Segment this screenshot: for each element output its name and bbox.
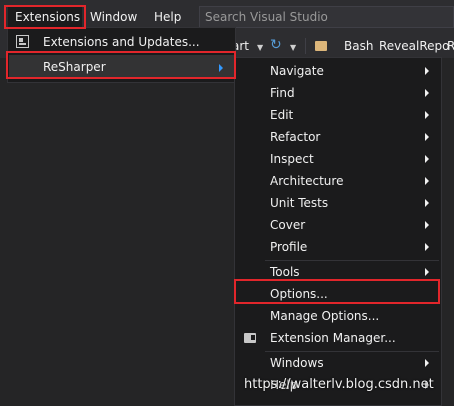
submenu-arrow-icon [219,64,223,72]
visual-studio-window: Extensions Window Help Search Visual Stu… [0,0,454,406]
extension-manager-icon [244,333,256,343]
menu-item-label: Architecture [270,174,344,188]
menu-item-label: Manage Options... [270,309,380,323]
menu-item-label: Windows [270,356,324,370]
menu-item-label: Profile [270,240,308,254]
extensions-dropdown-menu: Extensions and Updates... ReSharper [7,27,236,83]
menu-item-label: Unit Tests [270,196,329,210]
resharper-submenu: Navigate Find Edit Refactor Inspect Arch… [234,57,442,406]
menu-window[interactable]: Window [83,7,144,27]
menu-item-label: Edit [270,108,294,122]
menu-item-extension-manager[interactable]: Extension Manager... [235,327,441,349]
submenu-arrow-icon [425,268,429,276]
chevron-down-icon[interactable]: ▼ [257,40,263,56]
submenu-arrow-icon [425,177,429,185]
menu-item-profile[interactable]: Profile [235,236,441,258]
refresh-icon[interactable]: ↻ [270,37,282,53]
menu-item-label: Refactor [270,130,321,144]
chevron-down-icon[interactable]: ▼ [290,40,296,56]
search-input[interactable]: Search Visual Studio [199,6,454,28]
menu-item-label: Extension Manager... [270,331,396,345]
menu-extensions[interactable]: Extensions [8,7,82,27]
watermark: https://walterlv.blog.csdn.net [244,377,434,392]
menu-item-tools[interactable]: Tools [235,261,441,283]
menu-item-inspect[interactable]: Inspect [235,148,441,170]
menu-help[interactable]: Help [147,7,188,27]
menu-item-manage-options[interactable]: Manage Options... [235,305,441,327]
menu-item-resharper[interactable]: ReSharper [9,55,235,79]
submenu-arrow-icon [425,221,429,229]
menu-item-label: Cover [270,218,306,232]
reveal-repo-button[interactable]: RevealRepo [379,38,450,54]
menu-item-label: Find [270,86,295,100]
menu-item-edit[interactable]: Edit [235,104,441,126]
menu-item-label: Tools [270,265,300,279]
menu-item-architecture[interactable]: Architecture [235,170,441,192]
menu-item-label: Inspect [270,152,314,166]
submenu-arrow-icon [425,111,429,119]
submenu-arrow-icon [425,155,429,163]
menu-item-refactor[interactable]: Refactor [235,126,441,148]
toolbar-overflow-button[interactable]: R [447,38,454,54]
folder-icon[interactable] [315,41,327,51]
submenu-arrow-icon [425,359,429,367]
bash-button[interactable]: Bash [344,38,373,54]
menu-item-options[interactable]: Options... [235,283,441,305]
menu-item-label: ReSharper [43,60,106,74]
menu-item-cover[interactable]: Cover [235,214,441,236]
menu-item-unit-tests[interactable]: Unit Tests [235,192,441,214]
menu-item-label: Navigate [270,64,324,78]
menu-item-extensions-and-updates[interactable]: Extensions and Updates... [9,30,235,54]
menu-item-label: Extensions and Updates... [43,35,200,49]
menu-item-navigate[interactable]: Navigate [235,60,441,82]
menu-item-windows[interactable]: Windows [235,352,441,374]
toolbar-separator [305,38,306,54]
submenu-arrow-icon [425,243,429,251]
submenu-arrow-icon [425,89,429,97]
extensions-icon [16,35,29,48]
submenu-arrow-icon [425,67,429,75]
submenu-arrow-icon [425,199,429,207]
menu-item-find[interactable]: Find [235,82,441,104]
menu-item-label: Options... [270,287,328,301]
submenu-arrow-icon [425,133,429,141]
